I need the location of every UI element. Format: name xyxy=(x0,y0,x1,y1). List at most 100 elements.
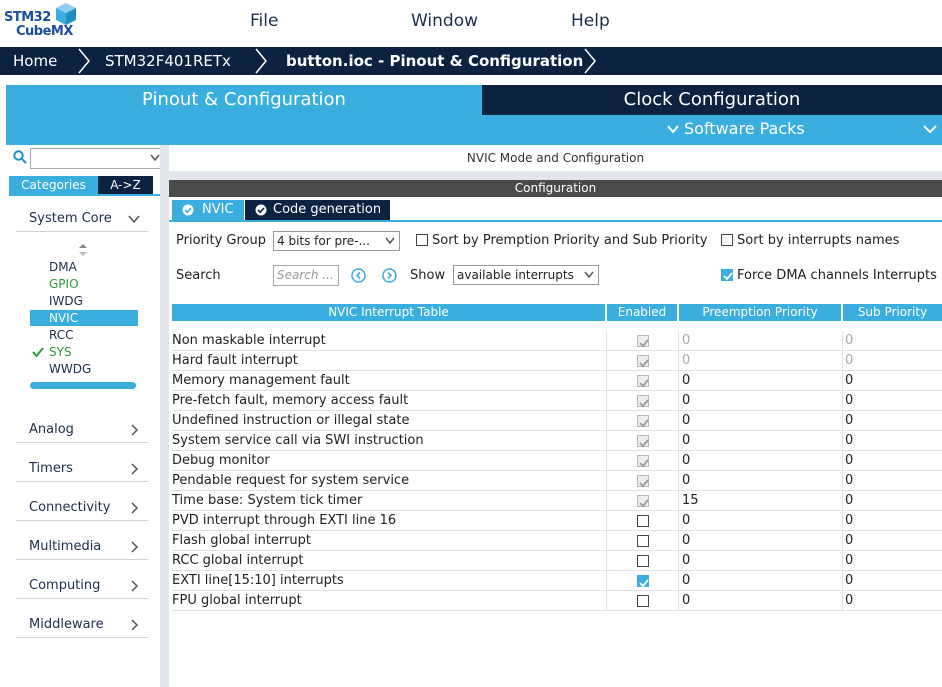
table-row[interactable]: FPU global interrupt 0 0 xyxy=(172,591,942,611)
sub-priority[interactable]: 0 xyxy=(842,511,942,531)
table-row[interactable]: Flash global interrupt 0 0 xyxy=(172,531,942,551)
preemption-priority[interactable]: 15 xyxy=(678,491,842,511)
preemption-priority[interactable]: 0 xyxy=(678,531,842,551)
preemption-priority[interactable]: 0 xyxy=(678,411,842,431)
sub-priority[interactable]: 0 xyxy=(842,591,942,611)
horizontal-scrollbar[interactable] xyxy=(30,382,136,389)
menu-file[interactable]: File xyxy=(250,11,278,31)
preemption-priority[interactable]: 0 xyxy=(678,331,842,351)
table-row[interactable]: RCC global interrupt 0 0 xyxy=(172,551,942,571)
group-analog[interactable]: Analog xyxy=(16,417,148,443)
group-connectivity[interactable]: Connectivity xyxy=(16,495,148,521)
sub-priority[interactable]: 0 xyxy=(842,371,942,391)
preemption-priority[interactable]: 0 xyxy=(678,451,842,471)
table-row[interactable]: EXTI line[15:10] interrupts 0 0 xyxy=(172,571,942,591)
previous-icon[interactable] xyxy=(351,268,366,283)
sub-priority[interactable]: 0 xyxy=(842,571,942,591)
system-core-item-iwdg[interactable]: IWDG xyxy=(30,293,138,309)
sub-priority[interactable]: 0 xyxy=(842,531,942,551)
menu-window[interactable]: Window xyxy=(411,11,478,31)
table-row[interactable]: Debug monitor 0 0 xyxy=(172,451,942,471)
show-select[interactable]: available interrupts xyxy=(453,265,599,285)
tab-a-to-z[interactable]: A->Z xyxy=(98,176,153,194)
tab-nvic[interactable]: NVIC xyxy=(172,200,244,220)
enabled-checkbox[interactable] xyxy=(637,575,649,588)
table-row[interactable]: Hard fault interrupt 0 0 xyxy=(172,351,942,371)
system-core-item-gpio[interactable]: GPIO xyxy=(30,276,138,292)
preemption-priority[interactable]: 0 xyxy=(678,591,842,611)
sub-priority[interactable]: 0 xyxy=(842,551,942,571)
table-row[interactable]: PVD interrupt through EXTI line 16 0 0 xyxy=(172,511,942,531)
sub-priority[interactable]: 0 xyxy=(842,491,942,511)
table-row[interactable]: Pendable request for system service 0 0 xyxy=(172,471,942,491)
enabled-checkbox[interactable] xyxy=(637,595,649,607)
configuration-header: Configuration xyxy=(169,180,942,197)
software-packs-menu[interactable]: Software Packs xyxy=(684,119,805,138)
sub-priority[interactable]: 0 xyxy=(842,391,942,411)
tab-code-generation[interactable]: Code generation xyxy=(245,200,390,220)
menu-help[interactable]: Help xyxy=(571,11,610,31)
group-middleware[interactable]: Middleware xyxy=(16,612,148,638)
preemption-priority[interactable]: 0 xyxy=(678,351,842,371)
enabled-checkbox[interactable] xyxy=(637,535,649,547)
system-core-item-rcc[interactable]: RCC xyxy=(30,327,138,343)
preemption-priority[interactable]: 0 xyxy=(678,511,842,531)
chevron-down-icon[interactable] xyxy=(666,123,680,135)
sort-names-checkbox[interactable] xyxy=(721,234,733,246)
preemption-priority[interactable]: 0 xyxy=(678,571,842,591)
tab-clock-configuration[interactable]: Clock Configuration xyxy=(482,85,942,115)
preemption-priority[interactable]: 0 xyxy=(678,371,842,391)
sub-priority[interactable]: 0 xyxy=(842,411,942,431)
force-dma-checkbox[interactable] xyxy=(721,269,733,281)
breadcrumb-home[interactable]: Home xyxy=(13,47,57,75)
group-computing[interactable]: Computing xyxy=(16,573,148,599)
sub-priority[interactable]: 0 xyxy=(842,331,942,351)
interrupt-search-input[interactable]: Search ... xyxy=(273,265,339,286)
chevron-down-icon[interactable] xyxy=(922,123,938,135)
system-core-item-dma[interactable]: DMA xyxy=(30,259,138,275)
enabled-checkbox[interactable] xyxy=(637,555,649,567)
column-header-sub-priority[interactable]: Sub Priority xyxy=(843,304,942,321)
sub-priority[interactable]: 0 xyxy=(842,351,942,371)
enabled-checkbox[interactable] xyxy=(637,515,649,527)
table-row[interactable]: Time base: System tick timer 15 0 xyxy=(172,491,942,511)
table-row[interactable]: Pre-fetch fault, memory access fault 0 0 xyxy=(172,391,942,411)
category-search-input[interactable] xyxy=(30,148,163,169)
system-core-item-wwdg[interactable]: WWDG xyxy=(30,361,138,377)
priority-group-select[interactable]: 4 bits for pre-... xyxy=(273,231,400,251)
software-packs-bar: Software Packs xyxy=(6,115,942,145)
column-header-enabled[interactable]: Enabled xyxy=(607,304,677,321)
next-icon[interactable] xyxy=(382,268,397,283)
system-core-item-nvic[interactable]: NVIC xyxy=(30,310,138,326)
sub-priority[interactable]: 0 xyxy=(842,471,942,491)
preemption-priority[interactable]: 0 xyxy=(678,471,842,491)
sub-priority[interactable]: 0 xyxy=(842,451,942,471)
column-header-name[interactable]: NVIC Interrupt Table xyxy=(172,304,605,321)
group-multimedia[interactable]: Multimedia xyxy=(16,534,148,560)
group-system-core[interactable]: System Core xyxy=(16,206,148,232)
preemption-priority[interactable]: 0 xyxy=(678,391,842,411)
tab-categories[interactable]: Categories xyxy=(9,176,98,194)
sort-icon[interactable] xyxy=(78,243,88,257)
preemption-priority[interactable]: 0 xyxy=(678,551,842,571)
cube-icon xyxy=(56,3,76,25)
sort-premption-checkbox[interactable] xyxy=(416,234,428,246)
table-row[interactable]: System service call via SWI instruction 0… xyxy=(172,431,942,451)
table-row[interactable]: Memory management fault 0 0 xyxy=(172,371,942,391)
group-timers[interactable]: Timers xyxy=(16,456,148,482)
panel-splitter[interactable] xyxy=(160,145,169,687)
tab-pinout-configuration[interactable]: Pinout & Configuration xyxy=(6,85,482,115)
breadcrumb-project[interactable]: button.ioc - Pinout & Configuration xyxy=(286,47,583,75)
mode-splitter[interactable] xyxy=(169,171,942,180)
table-row[interactable]: Undefined instruction or illegal state 0 0 xyxy=(172,411,942,431)
chevron-down-icon[interactable] xyxy=(150,154,160,162)
stm32cubemx-logo[interactable]: STM32 CubeMX xyxy=(4,2,76,44)
system-core-item-sys[interactable]: SYS xyxy=(30,344,138,360)
breadcrumb-device[interactable]: STM32F401RETx xyxy=(105,47,231,75)
column-header-preemption[interactable]: Preemption Priority xyxy=(679,304,841,321)
sub-priority[interactable]: 0 xyxy=(842,431,942,451)
enabled-checkbox xyxy=(637,355,649,368)
preemption-priority[interactable]: 0 xyxy=(678,431,842,451)
breadcrumb-separator-icon xyxy=(584,48,596,74)
table-row[interactable]: Non maskable interrupt 0 0 xyxy=(172,331,942,351)
